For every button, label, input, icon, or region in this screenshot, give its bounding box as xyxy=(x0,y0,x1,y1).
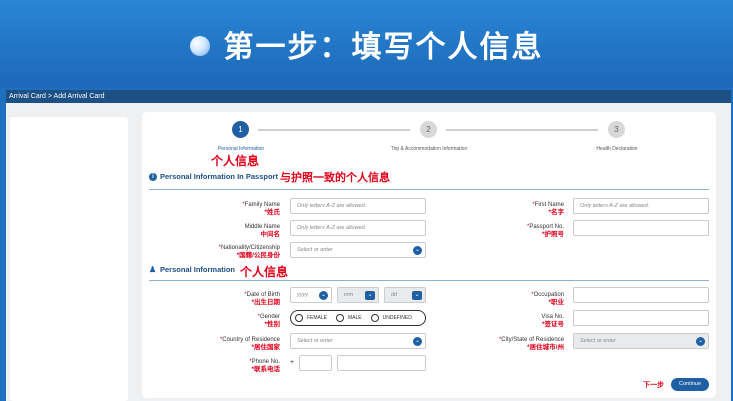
family-name-input[interactable]: Only letters A-Z are allowed. xyxy=(290,198,426,214)
occupation-label: *Occupation *职业 xyxy=(531,292,564,306)
banner-title: 第一步：填写个人信息 xyxy=(223,30,544,65)
city-residence-select[interactable]: Select or enter ⌄ xyxy=(573,333,709,349)
bullet-icon xyxy=(189,36,210,56)
nationality-select[interactable]: Select or enter ⌄ xyxy=(290,242,426,258)
gender-undefined-label[interactable]: UNDEFINED xyxy=(383,315,412,321)
info-icon: i xyxy=(149,172,157,181)
passport-no-label: *Passport No. *护照号 xyxy=(526,224,564,238)
phone-label: *Phone No. *联系电话 xyxy=(249,359,280,373)
chevron-down-icon[interactable]: ⌄ xyxy=(413,337,422,346)
passport-section-title: i Personal Information In Passport xyxy=(149,172,278,181)
person-icon: ♟ xyxy=(149,264,157,274)
chevron-down-icon[interactable]: ⌄ xyxy=(696,337,705,346)
section-divider xyxy=(149,280,709,281)
dob-day-select[interactable]: dd ⌄ xyxy=(384,287,426,303)
family-name-label: *Family Name *姓氏 xyxy=(242,202,280,216)
middle-name-label: Middle Name 中间名 xyxy=(244,224,280,238)
dob-label: *Date of Birth *出生日期 xyxy=(244,292,280,306)
instruction-banner: 第一步：填写个人信息 xyxy=(0,0,733,88)
step-3-indicator[interactable]: 3 xyxy=(608,121,625,138)
left-sidebar xyxy=(10,117,128,401)
country-residence-select[interactable]: Select or enter ⌄ xyxy=(290,333,426,349)
gender-female-label[interactable]: FEMALE xyxy=(307,315,327,321)
step-1-indicator[interactable]: 1 xyxy=(232,121,249,138)
dob-year-select[interactable]: yyyy ⌄ xyxy=(290,287,332,303)
gender-female-radio[interactable] xyxy=(295,314,303,322)
visa-no-label: Visa No. *签证号 xyxy=(541,314,564,328)
section-divider xyxy=(149,189,709,190)
continue-button[interactable]: Continue xyxy=(671,378,709,391)
city-residence-label: *City/State of Residence *居住城市/州 xyxy=(498,337,564,351)
step-3-label: Health Declaration xyxy=(596,146,638,152)
step-2-label: Trip & Accommodation Information xyxy=(390,146,468,152)
phone-number-input[interactable] xyxy=(337,355,426,371)
passport-no-input[interactable] xyxy=(573,220,709,236)
first-name-input[interactable]: Only letters A-Z are allowed. xyxy=(573,198,709,214)
personal-section-annotation: 个人信息 xyxy=(240,265,289,279)
gender-radio-group: FEMALE MALE UNDEFINED xyxy=(290,310,426,326)
gender-male-label[interactable]: MALE xyxy=(348,315,362,321)
step-2-indicator[interactable]: 2 xyxy=(420,121,437,138)
visa-no-input[interactable] xyxy=(573,310,709,326)
dob-month-select[interactable]: mm ⌄ xyxy=(337,287,379,303)
breadcrumb: Arrival Card > Add Arrival Card xyxy=(6,90,731,103)
next-step-annotation: 下一步 xyxy=(643,381,664,389)
nationality-label: *Nationality/Citizenship *国籍/公民身份 xyxy=(218,245,280,259)
gender-undefined-radio[interactable] xyxy=(370,314,379,322)
step-connector xyxy=(446,129,598,131)
phone-country-code-input[interactable] xyxy=(299,355,332,371)
occupation-input[interactable] xyxy=(573,287,709,303)
step-1-annotation: 个人信息 xyxy=(211,154,260,168)
middle-name-input[interactable]: Only letters A-Z are allowed. xyxy=(290,220,426,236)
personal-section-title: ♟ Personal Information xyxy=(149,264,236,274)
phone-plus-sign: + xyxy=(290,359,295,366)
country-residence-label: *Country of Residence *居住国家 xyxy=(219,337,280,351)
gender-label: *Gender *性别 xyxy=(257,314,280,328)
chevron-down-icon[interactable]: ⌄ xyxy=(319,291,328,300)
first-name-label: *First Name *名字 xyxy=(532,202,564,216)
chevron-down-icon[interactable]: ⌄ xyxy=(365,291,375,300)
chevron-down-icon[interactable]: ⌄ xyxy=(413,246,422,255)
gender-male-radio[interactable] xyxy=(336,314,345,322)
chevron-down-icon[interactable]: ⌄ xyxy=(412,291,422,300)
step-connector xyxy=(258,129,410,131)
passport-section-annotation: 与护照一致的个人信息 xyxy=(280,171,390,184)
